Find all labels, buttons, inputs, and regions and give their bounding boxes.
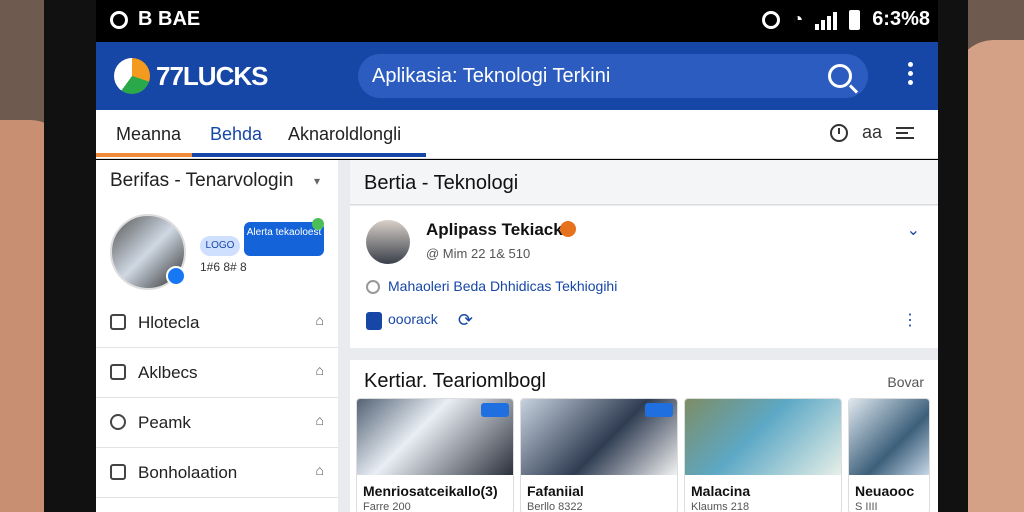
tab-behda[interactable]: Behda <box>210 124 262 145</box>
sidebar-item-label: Peamk <box>138 413 191 432</box>
post-action-label: ooorack <box>388 311 438 328</box>
online-indicator-icon <box>312 218 324 230</box>
pin-icon[interactable]: ⌂ <box>316 362 324 378</box>
post-action-button[interactable]: ooorack <box>366 311 438 330</box>
search-box[interactable]: Aplikasia: Teknologi Terkini <box>358 54 868 98</box>
filter-icon[interactable] <box>896 126 914 139</box>
status-left: B BAE <box>110 8 200 31</box>
sidebar-item-label: Bonholaation <box>138 463 238 482</box>
mini-badge: LOGO <box>200 236 240 256</box>
pin-icon[interactable]: ⌂ <box>316 312 324 328</box>
signal-icon <box>815 10 838 30</box>
post-link[interactable]: Mahaoleri Beda Dhhidicas Tekhiogihi <box>366 278 617 295</box>
sidebar-item-aklbecs[interactable]: Aklbecs ⌂ <box>96 348 338 398</box>
card-tag <box>645 403 673 417</box>
post-more-icon[interactable]: ⋮ <box>902 310 918 330</box>
card-subtitle: S IIII <box>855 501 878 512</box>
tech-section-title: Kertiar. Teariomlbogl <box>364 370 546 392</box>
tab-aknaroldlongli[interactable]: Aknaroldlongli <box>288 124 401 145</box>
news-header: Bertia - Teknologi <box>350 160 938 205</box>
tab-bar: Meanna Behda Aknaroldlongli aa <box>96 110 938 159</box>
sidebar: Berifas - Tenarvologin ▾ LOGO Alerta tek… <box>96 160 338 512</box>
brand-name: 77LUCKS <box>156 60 268 91</box>
tab-indicator-blue <box>192 153 426 157</box>
status-right: ◔ 6:3%8 <box>762 8 930 31</box>
card-title: Menriosatceikallo(3) <box>363 483 498 499</box>
tech-card[interactable]: Neuaooc S IIII <box>848 398 930 512</box>
tech-section-more[interactable]: Bovar <box>887 374 924 390</box>
post-title[interactable]: Aplipass Tekiack <box>426 220 563 240</box>
book-icon <box>110 314 126 330</box>
news-post[interactable]: Aplipass Tekiack @ Mim 22 1& 510 ⌄ Mahao… <box>350 206 938 348</box>
sidebar-item-label: Hlotecla <box>138 313 200 332</box>
refresh-icon[interactable]: ⟳ <box>458 310 473 331</box>
profile-stats: 1#6 8# 8 <box>200 260 247 274</box>
tech-section: Kertiar. Teariomlbogl Bovar Menriosatcei… <box>350 360 938 512</box>
sidebar-item-hlotecla[interactable]: Hlotecla ⌂ <box>96 298 338 348</box>
tab-tools: aa <box>829 122 914 143</box>
phone-screen: B BAE ◔ 6:3%8 77LUCKS Aplikasia: Teknolo… <box>96 0 938 512</box>
card-subtitle: Klaums 218 <box>691 501 750 512</box>
tech-cards: Menriosatceikallo(3) Farre 200 Fafaniial… <box>356 398 938 512</box>
brand-mark-icon <box>114 58 150 94</box>
sidebar-list: Hlotecla ⌂ Aklbecs ⌂ Peamk ⌂ Bonholaatio… <box>96 298 338 498</box>
more-vertical-icon[interactable] <box>908 62 914 85</box>
sidebar-item-peamk[interactable]: Peamk ⌂ <box>96 398 338 448</box>
tab-tools-label[interactable]: aa <box>862 122 882 143</box>
app-bar: 77LUCKS Aplikasia: Teknologi Terkini <box>96 42 938 110</box>
tab-indicator-orange <box>96 153 192 157</box>
bookmark-icon <box>366 311 382 330</box>
tab-meanna[interactable]: Meanna <box>116 124 181 145</box>
card-title: Fafaniial <box>527 483 584 499</box>
card-subtitle: Berllo 8322 <box>527 501 583 512</box>
main-feed: Bertia - Teknologi Aplipass Tekiack @ Mi… <box>350 160 938 512</box>
status-left-text: B BAE <box>138 8 201 30</box>
clock-icon[interactable] <box>829 123 848 142</box>
post-meta: @ Mim 22 1& 510 <box>426 246 531 261</box>
card-title: Neuaooc <box>855 483 915 499</box>
brand-logo[interactable]: 77LUCKS <box>114 58 268 94</box>
notification-circle-icon <box>110 10 128 29</box>
alarm-icon <box>762 10 781 29</box>
sidebar-item-bonholaation[interactable]: Bonholaation ⌂ <box>96 448 338 498</box>
link-icon <box>366 280 380 295</box>
card-subtitle: Farre 200 <box>363 501 411 512</box>
folder-icon <box>110 464 126 480</box>
card-image <box>685 399 841 475</box>
card-image <box>849 399 929 475</box>
search-text[interactable]: Aplikasia: Teknologi Terkini <box>372 65 610 88</box>
status-time: 6:3%8 <box>872 8 930 30</box>
chevron-down-icon[interactable]: ⌄ <box>907 220 920 240</box>
cube-icon <box>110 364 126 380</box>
pin-icon[interactable]: ⌂ <box>316 412 324 428</box>
post-link-text[interactable]: Mahaoleri Beda Dhhidicas Tekhiogihi <box>388 278 617 294</box>
info-icon <box>110 414 126 430</box>
chevron-down-icon[interactable]: ▾ <box>314 174 320 188</box>
pin-icon[interactable]: ⌂ <box>316 462 324 478</box>
post-actions: ooorack ⟳ <box>366 310 473 331</box>
news-header-title: Bertia - Teknologi <box>364 172 519 194</box>
tech-card[interactable]: Malacina Klaums 218 <box>684 398 842 512</box>
tech-card[interactable]: Menriosatceikallo(3) Farre 200 <box>356 398 514 512</box>
alert-icon <box>560 221 576 237</box>
status-bar: B BAE ◔ 6:3%8 <box>96 0 938 40</box>
post-avatar[interactable] <box>366 220 410 264</box>
wifi-icon: ◔ <box>792 9 804 29</box>
content-area: Berifas - Tenarvologin ▾ LOGO Alerta tek… <box>96 160 938 512</box>
card-title: Malacina <box>691 483 751 499</box>
verified-icon <box>166 266 186 286</box>
card-tag <box>481 403 509 417</box>
sidebar-title: Berifas - Tenarvologin <box>110 170 294 191</box>
tech-card[interactable]: Fafaniial Berllo 8322 <box>520 398 678 512</box>
sidebar-item-label: Aklbecs <box>138 363 198 382</box>
battery-icon <box>849 9 861 30</box>
search-icon[interactable] <box>828 64 852 88</box>
